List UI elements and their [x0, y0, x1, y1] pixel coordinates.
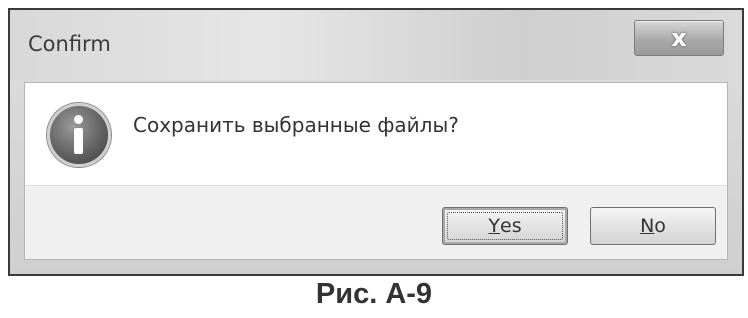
title-bar[interactable]: Confirm x — [10, 10, 742, 80]
no-button-mnemonic: N — [640, 215, 655, 237]
close-button[interactable]: x — [634, 20, 724, 56]
dialog-window: Confirm x Сохранить выбранные файлы? Yes… — [8, 8, 744, 276]
info-icon — [47, 103, 111, 167]
yes-button[interactable]: Yes — [442, 207, 568, 245]
dialog-content: Сохранить выбранные файлы? Yes No — [24, 82, 728, 260]
yes-button-label: es — [500, 215, 522, 237]
window-title: Confirm — [28, 32, 111, 56]
no-button[interactable]: No — [590, 207, 716, 245]
message-area: Сохранить выбранные файлы? — [25, 83, 727, 185]
info-icon-stem — [74, 128, 83, 154]
yes-button-mnemonic: Y — [488, 215, 500, 237]
dialog-message: Сохранить выбранные файлы? — [133, 113, 459, 137]
no-button-label: o — [654, 215, 666, 237]
button-bar: Yes No — [25, 185, 727, 259]
info-icon-dot — [74, 115, 83, 124]
figure-caption: Рис. А-9 — [315, 278, 433, 310]
close-icon: x — [671, 24, 687, 52]
